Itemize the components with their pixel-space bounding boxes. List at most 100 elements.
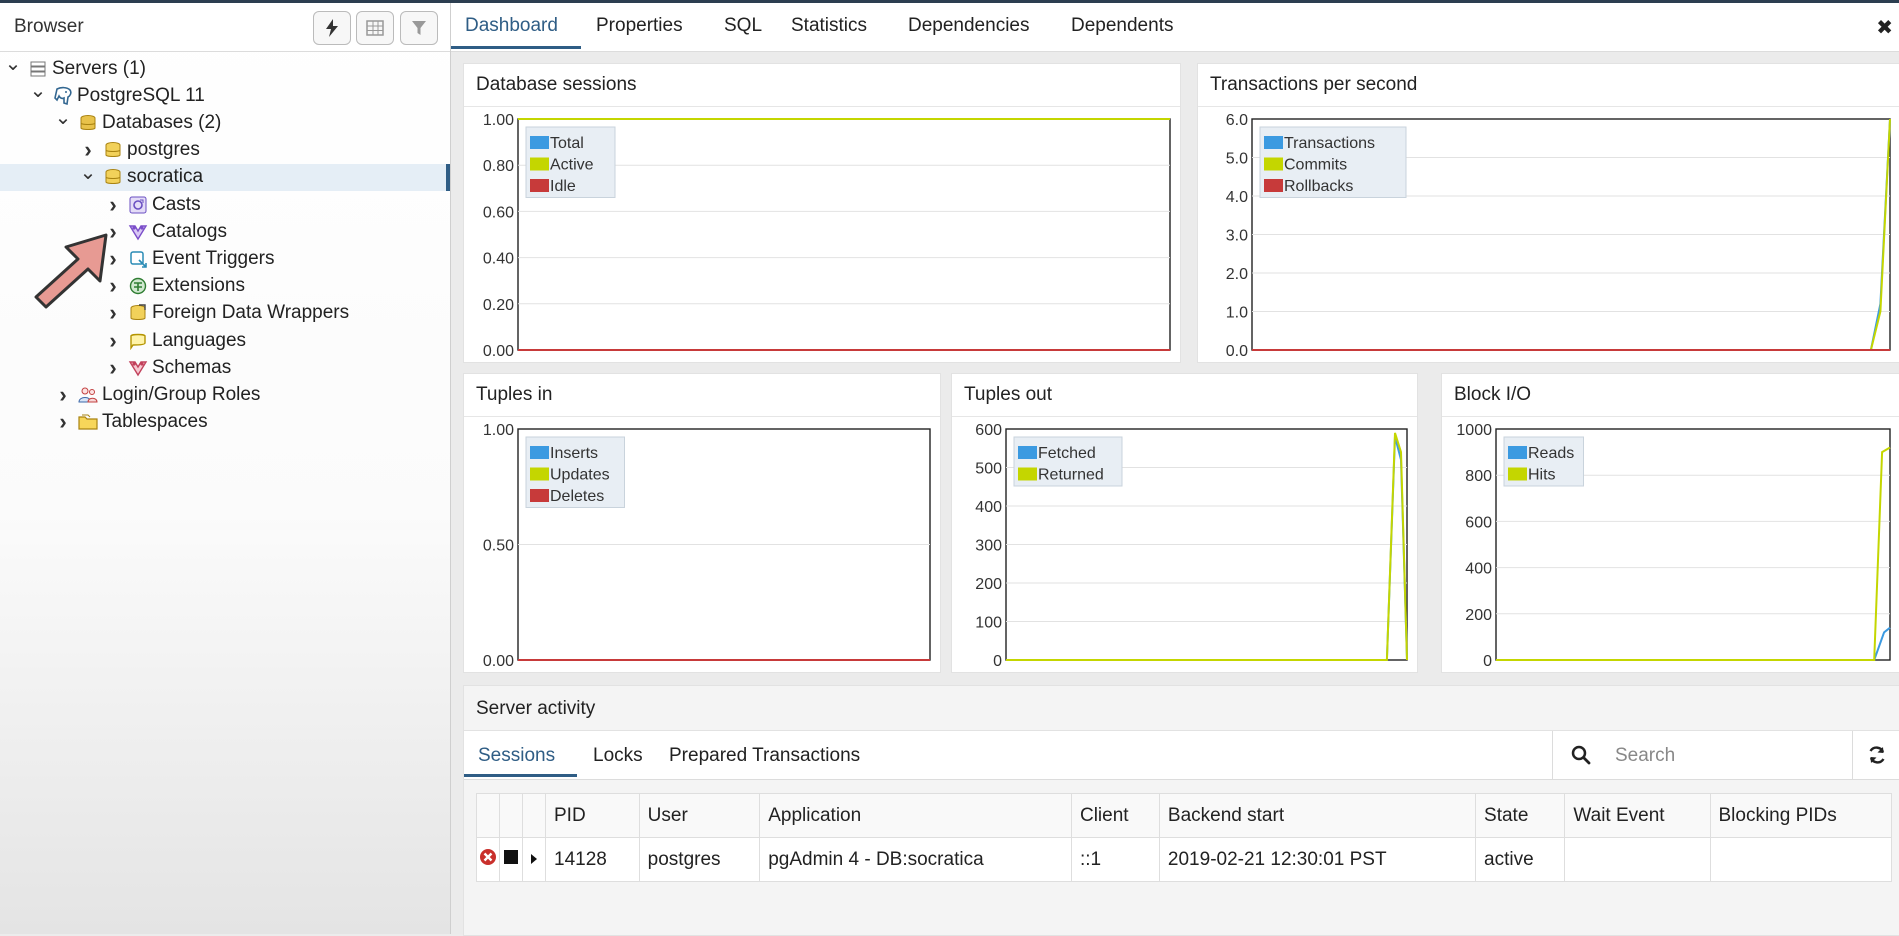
tree-item-socratica[interactable]: ⌄ socratica bbox=[0, 162, 450, 191]
tree-item-databases-2[interactable]: ⌄ Databases (2) bbox=[0, 107, 450, 136]
tree-item-login-group-roles[interactable]: › Login/Group Roles bbox=[0, 381, 450, 408]
event-triggers-icon bbox=[128, 249, 148, 269]
tablespaces-icon bbox=[78, 412, 98, 432]
y-tick-label: 0.50 bbox=[483, 538, 514, 555]
column-header-user[interactable]: User bbox=[638, 793, 761, 838]
y-tick-label: 3.0 bbox=[1226, 228, 1248, 245]
pointer-arrow-annotation bbox=[34, 233, 108, 309]
chevron-down-icon[interactable]: ⌄ bbox=[29, 78, 47, 103]
tab-properties[interactable]: Properties bbox=[596, 15, 683, 37]
legend-swatch bbox=[1264, 179, 1283, 192]
extensions-icon bbox=[128, 276, 148, 296]
tree-item-casts[interactable]: › Casts bbox=[0, 191, 450, 218]
cell-backend-start: 2019-02-21 12:30:01 PST bbox=[1158, 837, 1477, 882]
cell-user: postgres bbox=[638, 837, 761, 882]
legend-swatch bbox=[1018, 446, 1037, 459]
chevron-right-icon[interactable]: › bbox=[104, 355, 122, 381]
legend-label: Total bbox=[550, 135, 584, 152]
tree-item-servers-1[interactable]: ⌄ Servers (1) bbox=[0, 53, 450, 82]
browser-title: Browser bbox=[14, 16, 84, 37]
cell-pid: 14128 bbox=[545, 837, 640, 882]
column-header-client[interactable]: Client bbox=[1070, 793, 1160, 838]
column-header-pid[interactable]: PID bbox=[545, 793, 640, 838]
tree-item-tablespaces[interactable]: › Tablespaces bbox=[0, 409, 450, 436]
tree-item-languages[interactable]: › Languages bbox=[0, 327, 450, 354]
tree-item-schemas[interactable]: › Schemas bbox=[0, 354, 450, 381]
tab-dashboard[interactable]: Dashboard bbox=[465, 15, 558, 37]
terminate-session-cell[interactable] bbox=[499, 837, 523, 882]
chevron-down-icon[interactable]: ⌄ bbox=[79, 160, 97, 185]
refresh-icon bbox=[1869, 746, 1885, 764]
tree-item-label: Extensions bbox=[152, 275, 245, 297]
tree-item-label: socratica bbox=[127, 166, 204, 188]
tuples-out-panel: Tuples out 0 100 200 300 400 500 600 Fetched Ret… bbox=[951, 373, 1418, 673]
search-input[interactable] bbox=[1613, 741, 1837, 771]
view-data-button[interactable] bbox=[356, 11, 394, 45]
y-tick-label: 0.40 bbox=[483, 251, 514, 268]
cancel-query-icon[interactable] bbox=[479, 848, 497, 866]
y-tick-label: 6.0 bbox=[1226, 112, 1248, 129]
caret-right-icon[interactable] bbox=[529, 853, 539, 865]
table-row[interactable]: 14128 postgres pgAdmin 4 - DB:socratica … bbox=[476, 837, 1892, 882]
tab-locks[interactable]: Locks bbox=[593, 745, 643, 767]
cancel-query-cell[interactable] bbox=[476, 837, 500, 882]
legend-label: Hits bbox=[1528, 467, 1556, 484]
chevron-down-icon[interactable]: ⌄ bbox=[54, 105, 72, 130]
tree-item-label: postgres bbox=[127, 139, 200, 161]
chart-title: Database sessions bbox=[476, 74, 637, 95]
legend-swatch bbox=[1508, 467, 1527, 481]
login-roles-icon bbox=[78, 385, 98, 405]
stop-icon[interactable] bbox=[503, 849, 519, 865]
table-icon bbox=[366, 20, 384, 36]
refresh-button[interactable] bbox=[1852, 731, 1899, 779]
query-tool-button[interactable] bbox=[313, 11, 351, 45]
block-io-chart: 0 200 400 600 800 1000 Reads Hits bbox=[1456, 422, 1891, 670]
chevron-right-icon[interactable]: › bbox=[54, 409, 72, 435]
y-tick-label: 1.00 bbox=[483, 112, 514, 129]
cell-client: ::1 bbox=[1070, 837, 1160, 882]
browser-header: Browser bbox=[0, 3, 450, 52]
tab-dependencies[interactable]: Dependencies bbox=[908, 15, 1029, 37]
lightning-icon bbox=[326, 19, 338, 37]
chevron-down-icon[interactable]: ⌄ bbox=[4, 51, 22, 76]
tab-prepared-transactions[interactable]: Prepared Transactions bbox=[669, 745, 860, 767]
foreign-data-wrappers-icon bbox=[128, 303, 148, 323]
transactions-per-second-panel: Transactions per second 0.0 1.0 2.0 3.0 4.0 5… bbox=[1197, 63, 1899, 363]
column-header-blocking-pids[interactable]: Blocking PIDs bbox=[1709, 793, 1892, 838]
tree-item-label: Databases (2) bbox=[102, 111, 222, 133]
legend-label: Fetched bbox=[1038, 445, 1096, 462]
column-header-state[interactable]: State bbox=[1475, 793, 1566, 838]
cell-application: pgAdmin 4 - DB:socratica bbox=[759, 837, 1072, 882]
legend-swatch bbox=[530, 489, 549, 502]
y-tick-label: 500 bbox=[975, 461, 1002, 478]
tab-statistics[interactable]: Statistics bbox=[791, 15, 867, 37]
y-tick-label: 400 bbox=[1465, 561, 1492, 578]
tree-item-label: Catalogs bbox=[152, 220, 227, 242]
y-tick-label: 2.0 bbox=[1226, 266, 1248, 283]
block-io-panel: Block I/O 0 200 400 600 800 1000 Reads Hits bbox=[1441, 373, 1899, 673]
main-tab-bar: Dashboard Properties SQL Statistics Depe… bbox=[451, 3, 1899, 52]
column-header-backend-start[interactable]: Backend start bbox=[1158, 793, 1477, 838]
close-icon[interactable]: ✖ bbox=[1876, 15, 1893, 40]
column-header-application[interactable]: Application bbox=[759, 793, 1072, 838]
tree-item-postgres[interactable]: › postgres bbox=[0, 137, 450, 164]
column-header-wait-event[interactable]: Wait Event bbox=[1564, 793, 1711, 838]
chevron-right-icon[interactable]: › bbox=[54, 382, 72, 408]
y-tick-label: 1.0 bbox=[1226, 305, 1248, 322]
tab-sessions[interactable]: Sessions bbox=[478, 745, 555, 767]
tree-item-label: PostgreSQL 11 bbox=[77, 84, 205, 106]
tuples-out-chart: 0 100 200 300 400 500 600 Fetched Returned bbox=[975, 422, 1408, 670]
expand-row-cell[interactable] bbox=[522, 837, 546, 882]
legend-swatch bbox=[1018, 467, 1037, 481]
chevron-right-icon[interactable]: › bbox=[104, 192, 122, 218]
tab-sql[interactable]: SQL bbox=[724, 15, 762, 37]
chevron-right-icon[interactable]: › bbox=[104, 328, 122, 354]
filter-rows-button[interactable] bbox=[400, 11, 438, 45]
legend-label: Deletes bbox=[550, 488, 604, 505]
legend-label: Rollbacks bbox=[1284, 178, 1353, 195]
activity-tab-bar: Sessions Locks Prepared Transactions bbox=[464, 730, 1899, 780]
tab-dependents[interactable]: Dependents bbox=[1071, 15, 1173, 37]
y-tick-label: 0.00 bbox=[483, 343, 514, 360]
legend-label: Transactions bbox=[1284, 135, 1375, 152]
y-tick-label: 200 bbox=[975, 576, 1002, 593]
